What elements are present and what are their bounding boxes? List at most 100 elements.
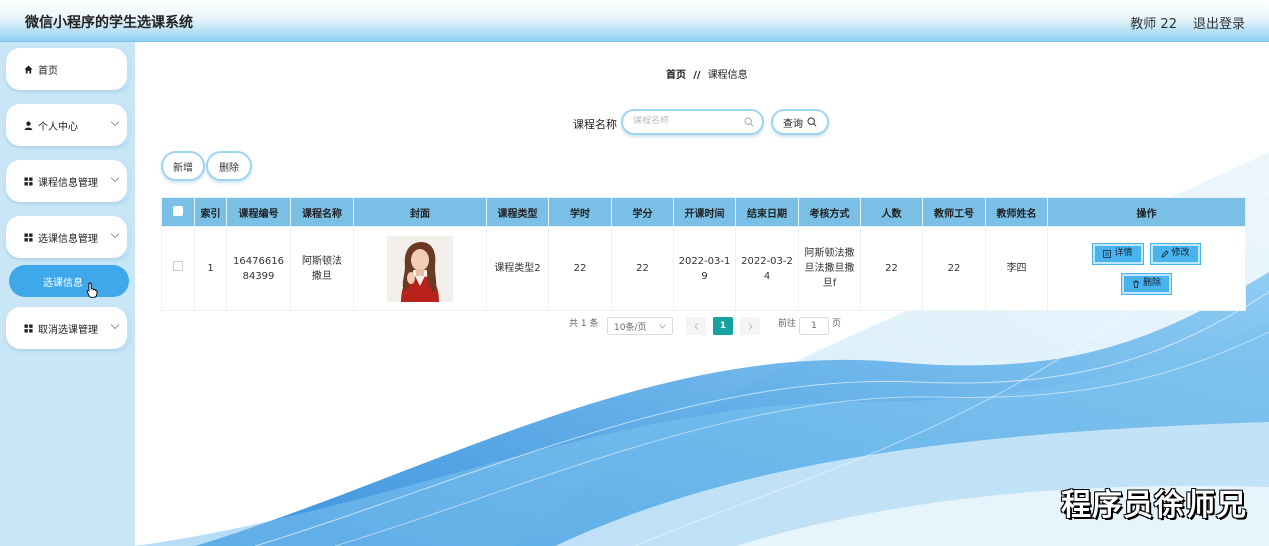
chevron-down-icon bbox=[110, 173, 120, 183]
sidebar-item-course-info[interactable]: 课程信息管理 bbox=[6, 160, 130, 202]
column-header: 结束日期 bbox=[735, 197, 799, 227]
course-table: 索引 课程编号 课程名称 封面 课程类型 学时 学分 开课时间 结束日期 考核方… bbox=[161, 197, 1246, 311]
cell-course-no: 1647661684399 bbox=[226, 226, 291, 311]
cell-actions: 详情 修改 删除 bbox=[1047, 226, 1246, 311]
cover-image[interactable] bbox=[387, 235, 453, 302]
cell-people: 22 bbox=[860, 226, 923, 311]
app-title: 微信小程序的学生选课系统 bbox=[25, 15, 193, 31]
delete-button-label: 删除 bbox=[1142, 278, 1161, 288]
cell-start-date: 2022-03-19 bbox=[673, 226, 736, 311]
user-icon bbox=[24, 121, 38, 130]
breadcrumb: 首页 // 课程信息 bbox=[666, 66, 748, 81]
grid-icon bbox=[24, 176, 38, 186]
sidebar-item-selection-info[interactable]: 选课信息管理 bbox=[6, 216, 130, 258]
goto-page-input[interactable]: 1 bbox=[799, 317, 829, 335]
search-input[interactable] bbox=[633, 116, 745, 126]
cell-assessment: 阿斯顿法撒旦法撒旦撒旦f bbox=[798, 226, 861, 311]
chevron-down-icon bbox=[110, 320, 120, 330]
breadcrumb-current: 课程信息 bbox=[707, 70, 748, 81]
cell-course-name: 阿斯顿法撒旦 bbox=[290, 226, 354, 311]
column-header: 课程名称 bbox=[290, 197, 354, 227]
column-header: 考核方式 bbox=[798, 197, 861, 227]
select-all-cell bbox=[161, 197, 195, 227]
course-name-text: 阿斯顿法撒旦 bbox=[302, 255, 342, 282]
cell-hours: 22 bbox=[548, 226, 612, 311]
query-button-label: 查询 bbox=[783, 118, 803, 130]
sidebar: 首页 个人中心 课程信息管理 选课信息管理 选课信息 取消选课管理 bbox=[0, 42, 135, 546]
pagination-total: 共 1 条 bbox=[569, 319, 599, 329]
assessment-text: 阿斯顿法撒旦法撒旦撒旦f bbox=[804, 248, 855, 289]
column-header: 操作 bbox=[1047, 197, 1246, 227]
table-header-row: 索引 课程编号 课程名称 封面 课程类型 学时 学分 开课时间 结束日期 考核方… bbox=[161, 197, 1246, 227]
page-size-select[interactable]: 10条/页 bbox=[607, 317, 673, 335]
column-header: 课程编号 bbox=[226, 197, 291, 227]
column-header: 封面 bbox=[353, 197, 487, 227]
edit-button[interactable]: 修改 bbox=[1149, 242, 1201, 265]
sidebar-item-home[interactable]: 首页 bbox=[6, 48, 130, 90]
row-select-cell bbox=[161, 226, 195, 311]
search-icon bbox=[807, 117, 817, 127]
current-user[interactable]: 教师 22 bbox=[1130, 13, 1177, 32]
cell-course-type: 课程类型2 bbox=[486, 226, 549, 311]
sidebar-item-cancel-selection[interactable]: 取消选课管理 bbox=[6, 307, 130, 349]
trash-icon bbox=[1132, 280, 1139, 288]
cell-credits: 22 bbox=[611, 226, 674, 311]
breadcrumb-home[interactable]: 首页 bbox=[666, 70, 686, 81]
page-number-current[interactable]: 1 bbox=[713, 317, 733, 335]
column-header: 教师工号 bbox=[922, 197, 986, 227]
query-button[interactable]: 查询 bbox=[771, 109, 829, 135]
column-header: 学时 bbox=[548, 197, 612, 227]
detail-button[interactable]: 详情 bbox=[1092, 242, 1144, 265]
edit-icon bbox=[1160, 249, 1169, 258]
select-all-checkbox[interactable] bbox=[173, 205, 183, 216]
hand-cursor-icon bbox=[86, 282, 98, 298]
add-button[interactable]: 新增 bbox=[161, 151, 205, 181]
column-header: 开课时间 bbox=[673, 197, 736, 227]
detail-button-label: 详情 bbox=[1114, 248, 1133, 258]
chevron-left-icon bbox=[693, 322, 698, 330]
breadcrumb-separator: // bbox=[693, 70, 701, 81]
grid-icon bbox=[24, 323, 38, 333]
edit-button-label: 修改 bbox=[1171, 248, 1190, 258]
chevron-down-icon bbox=[110, 229, 120, 239]
cell-teacher-no: 22 bbox=[922, 226, 986, 311]
main-content: 首页 // 课程信息 课程名称 查询 新增 删除 索引 课程编号 课程名称 封面… bbox=[135, 42, 1269, 546]
cell-cover bbox=[353, 226, 487, 311]
cell-end-date: 2022-03-24 bbox=[735, 226, 799, 311]
delete-button[interactable]: 删除 bbox=[1120, 272, 1173, 295]
prev-page-button[interactable] bbox=[686, 317, 706, 335]
next-page-button[interactable] bbox=[740, 317, 760, 335]
cell-teacher-name: 李四 bbox=[985, 226, 1048, 311]
grid-icon bbox=[24, 232, 38, 242]
sidebar-item-label: 首页 bbox=[38, 65, 58, 77]
column-header: 学分 bbox=[611, 197, 674, 227]
cell-index: 1 bbox=[194, 226, 227, 311]
start-date-text: 2022-03-19 bbox=[678, 255, 731, 282]
document-icon bbox=[1103, 249, 1112, 258]
sidebar-item-label: 取消选课管理 bbox=[38, 324, 98, 336]
course-no-text: 1647661684399 bbox=[233, 255, 284, 282]
chevron-down-icon bbox=[659, 323, 666, 329]
sidebar-item-profile[interactable]: 个人中心 bbox=[6, 104, 130, 146]
column-header: 教师姓名 bbox=[985, 197, 1048, 227]
column-header: 课程类型 bbox=[486, 197, 549, 227]
search-box bbox=[621, 109, 764, 135]
goto-label: 前往 bbox=[778, 319, 797, 329]
search-label: 课程名称 bbox=[573, 118, 617, 131]
page-size-value: 10条/页 bbox=[614, 322, 647, 333]
chevron-down-icon bbox=[110, 117, 120, 127]
goto-unit: 页 bbox=[832, 319, 842, 329]
top-header: 微信小程序的学生选课系统 教师 22 退出登录 bbox=[0, 0, 1269, 42]
sidebar-item-label: 个人中心 bbox=[38, 121, 78, 133]
column-header: 人数 bbox=[860, 197, 923, 227]
header-actions: 教师 22 退出登录 bbox=[1130, 13, 1245, 32]
search-icon bbox=[744, 117, 754, 127]
watermark-text: 程序员徐师兄 bbox=[1061, 488, 1247, 523]
logout-link[interactable]: 退出登录 bbox=[1193, 13, 1245, 32]
sidebar-subitem-label: 选课信息 bbox=[43, 277, 83, 289]
sidebar-subitem-selection[interactable]: 选课信息 bbox=[9, 265, 129, 297]
row-checkbox[interactable] bbox=[173, 261, 183, 271]
home-icon bbox=[24, 64, 38, 74]
batch-delete-button[interactable]: 删除 bbox=[206, 151, 252, 181]
sidebar-item-label: 课程信息管理 bbox=[38, 177, 98, 189]
